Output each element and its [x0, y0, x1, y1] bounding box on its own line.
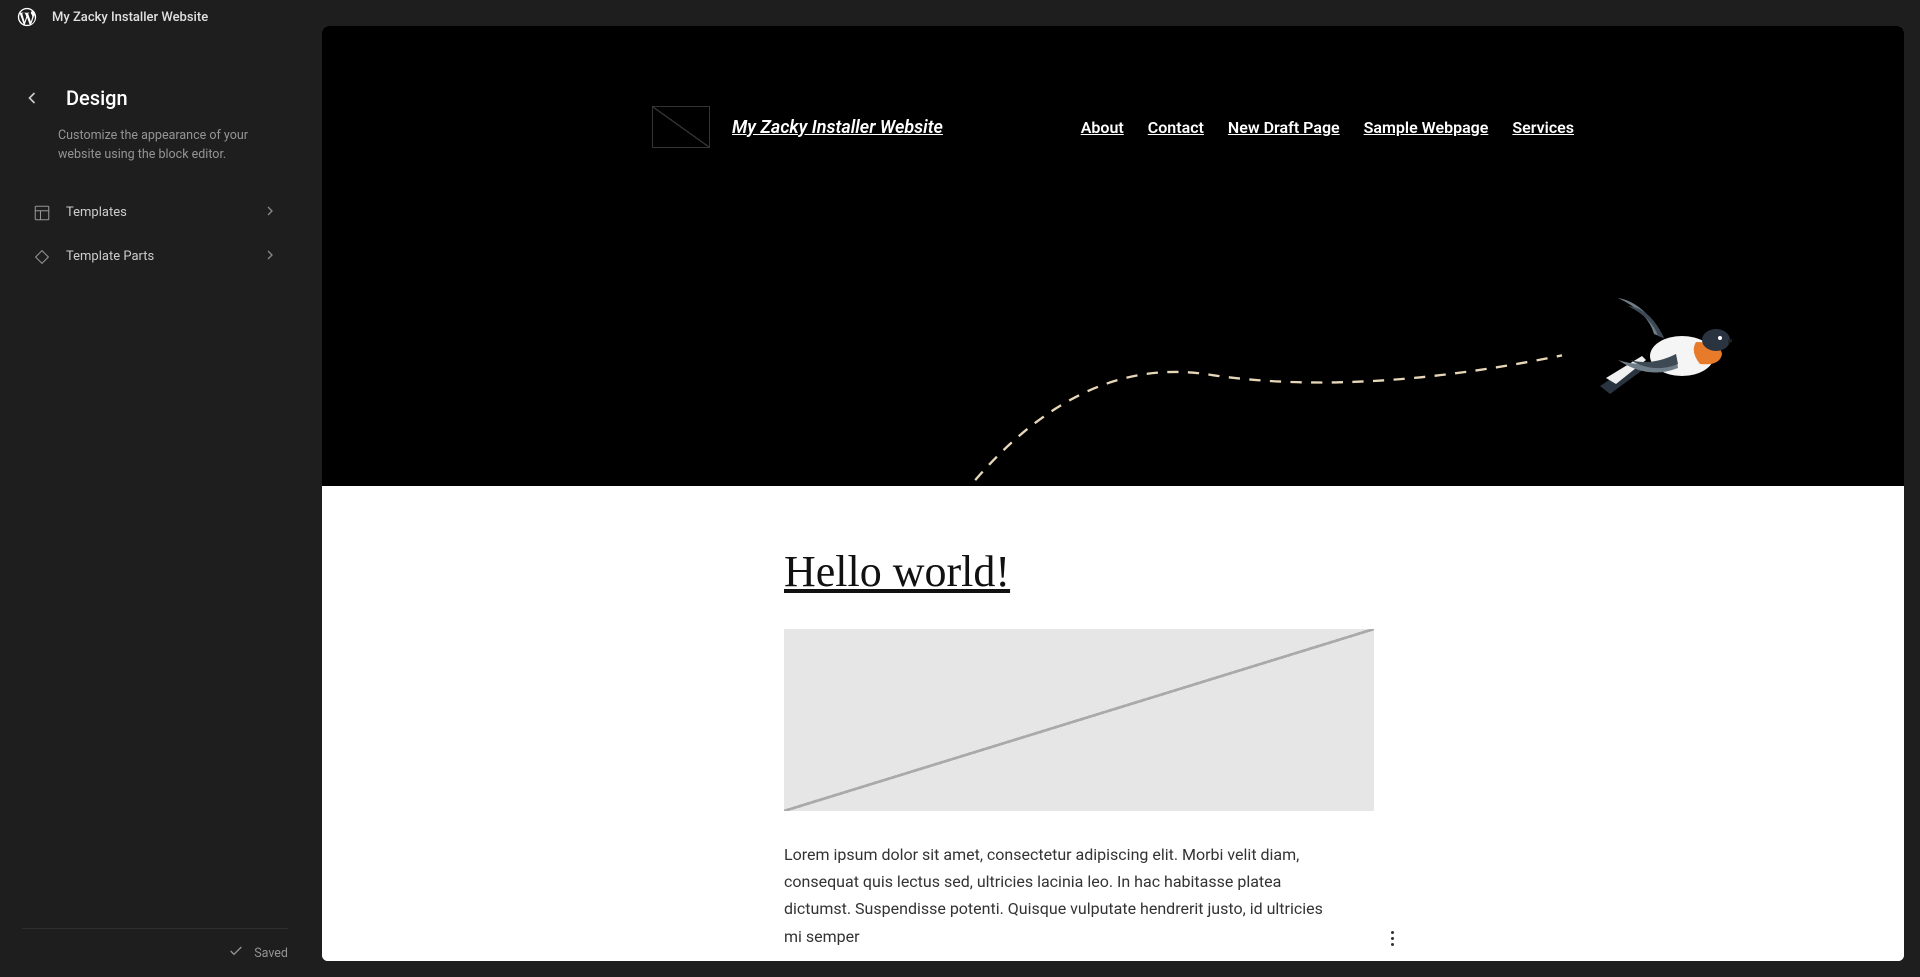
sidebar-item-template-parts[interactable]: Template Parts — [22, 235, 288, 279]
nav-item-label: Templates — [66, 205, 127, 220]
chevron-right-icon — [262, 203, 278, 223]
wordpress-logo-icon[interactable] — [16, 6, 38, 28]
nav-link-new-draft-page[interactable]: New Draft Page — [1228, 118, 1340, 137]
panel-header: Design — [22, 84, 288, 112]
hero-section: My Zacky Installer Website About Contact… — [322, 26, 1904, 486]
featured-image-placeholder[interactable] — [784, 629, 1374, 811]
nav-link-sample-webpage[interactable]: Sample Webpage — [1364, 118, 1489, 137]
post-excerpt: Lorem ipsum dolor sit amet, consectetur … — [784, 841, 1344, 950]
sidebar-item-templates[interactable]: Templates — [22, 191, 288, 235]
editor-sidebar: Design Customize the appearance of your … — [0, 60, 310, 279]
nav-link-about[interactable]: About — [1081, 118, 1124, 137]
chevron-right-icon — [262, 247, 278, 267]
back-button[interactable] — [18, 84, 46, 112]
save-status-label: Saved — [254, 946, 288, 961]
primary-nav: About Contact New Draft Page Sample Webp… — [1081, 118, 1574, 137]
nav-link-services[interactable]: Services — [1512, 118, 1574, 137]
sidebar-nav-list: Templates Template Parts — [22, 191, 288, 279]
diamond-icon — [32, 247, 52, 267]
site-bar: My Zacky Installer Website — [0, 0, 224, 34]
nav-item-label: Template Parts — [66, 249, 154, 264]
nav-link-contact[interactable]: Contact — [1148, 118, 1204, 137]
post-article: Hello world! Lorem ipsum dolor sit amet,… — [784, 546, 1374, 961]
site-name-label[interactable]: My Zacky Installer Website — [52, 10, 208, 25]
post-options-icon[interactable] — [1391, 931, 1394, 946]
site-logo-placeholder[interactable] — [652, 106, 710, 148]
site-preview-frame[interactable]: My Zacky Installer Website About Contact… — [322, 26, 1904, 961]
preview-scroll-area[interactable]: My Zacky Installer Website About Contact… — [322, 26, 1904, 961]
site-header: My Zacky Installer Website About Contact… — [322, 106, 1904, 148]
site-branding: My Zacky Installer Website — [652, 106, 943, 148]
post-title-link[interactable]: Hello world! — [784, 546, 1374, 597]
check-icon — [228, 943, 244, 963]
site-title-link[interactable]: My Zacky Installer Website — [732, 117, 943, 138]
sidebar-footer: Saved — [22, 928, 288, 963]
bird-graphic — [1592, 294, 1732, 404]
panel-title: Design — [66, 86, 128, 110]
layout-icon — [32, 203, 52, 223]
panel-description: Customize the appearance of your website… — [22, 126, 288, 165]
bird-trail-graphic — [942, 346, 1582, 486]
